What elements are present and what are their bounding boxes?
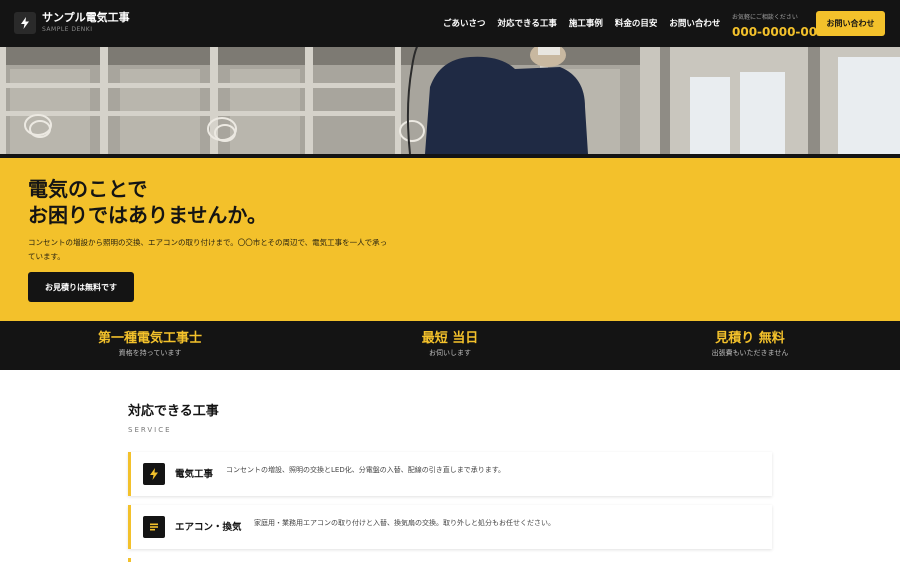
feature-subtitle: 出張費もいただきません — [711, 349, 789, 357]
hero-band: 電気のことで お困りではありませんか。 コンセントの増設から照明の交換、エアコン… — [0, 158, 900, 321]
services-title: 対応できる工事 — [128, 404, 219, 419]
service-card-aircon[interactable]: エアコン・換気 家庭用・業務用エアコンの取り付けと入替、換気扇の交換。取り外しと… — [128, 505, 772, 549]
headline-line-2: お困りではありませんか。 — [28, 203, 267, 227]
feature-title: 第一種電気工事士 — [97, 331, 202, 346]
feature-title: 見積り 無料 — [715, 331, 785, 346]
lightning-icon — [14, 11, 36, 34]
site-logo[interactable]: サンプル電気工事 SAMPLE DENKI — [14, 11, 130, 34]
vent-icon — [143, 516, 165, 538]
feature-free-estimate: 見積り 無料 出張費もいただきません — [600, 330, 900, 359]
feature-subtitle: お伺いします — [429, 349, 471, 357]
feature-license: 第一種電気工事士 資格を持っています — [0, 330, 300, 359]
lightning-icon — [143, 463, 165, 485]
service-card-next[interactable] — [128, 558, 772, 562]
nav-greeting[interactable]: ごあいさつ — [443, 17, 486, 29]
headline-line-1: 電気のことで — [28, 177, 148, 201]
hero-headline: 電気のことで お困りではありませんか。 — [28, 176, 267, 228]
service-description: コンセントの増設、照明の交換とLED化、分電盤の入替、配線の引き直しまで承ります… — [226, 466, 506, 474]
site-header: サンプル電気工事 SAMPLE DENKI ごあいさつ 対応できる工事 施工事例… — [0, 0, 900, 47]
hero-lead: コンセントの増設から照明の交換、エアコンの取り付けまで。〇〇市とその周辺で、電気… — [28, 238, 388, 261]
electrician-photo — [0, 47, 900, 154]
hero-photo — [0, 47, 900, 154]
nav-pricing[interactable]: 料金の目安 — [615, 17, 658, 29]
services-subtitle: SERVICE — [128, 426, 172, 434]
feature-sameday: 最短 当日 お伺いします — [300, 330, 600, 359]
service-title: 電気工事 — [175, 469, 214, 480]
nav-services[interactable]: 対応できる工事 — [498, 17, 557, 29]
feature-subtitle: 資格を持っています — [118, 349, 182, 357]
service-title: エアコン・換気 — [175, 522, 242, 533]
service-card-electrical[interactable]: 電気工事 コンセントの増設、照明の交換とLED化、分電盤の入替、配線の引き直しま… — [128, 452, 772, 496]
feature-title: 最短 当日 — [421, 331, 479, 346]
logo-title: サンプル電気工事 — [42, 11, 130, 24]
nav-works[interactable]: 施工事例 — [569, 17, 603, 29]
service-description: 家庭用・業務用エアコンの取り付けと入替、換気扇の交換。取り外しと処分もお任せくだ… — [254, 519, 555, 527]
contact-button[interactable]: お問い合わせ — [816, 11, 885, 36]
feature-strip: 第一種電気工事士 資格を持っています 最短 当日 お伺いします 見積り 無料 出… — [0, 321, 900, 370]
logo-subtitle: SAMPLE DENKI — [42, 26, 93, 33]
nav-contact[interactable]: お問い合わせ — [669, 17, 720, 29]
free-estimate-button[interactable]: お見積りは無料です — [28, 272, 134, 302]
main-nav: ごあいさつ 対応できる工事 施工事例 料金の目安 お問い合わせ — [443, 17, 720, 29]
